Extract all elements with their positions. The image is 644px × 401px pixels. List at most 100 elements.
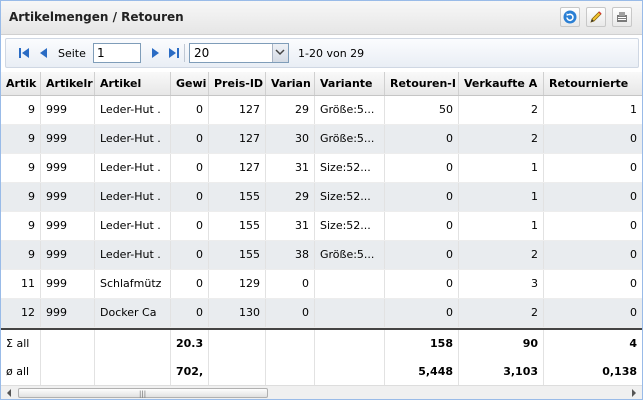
summary-row-average: ø all 702, 5,448 3,103 0,138 bbox=[1, 358, 642, 386]
chevron-down-icon bbox=[275, 49, 285, 56]
cell-artikel: Docker Ca bbox=[95, 299, 171, 327]
cell-preis-id: 155 bbox=[209, 183, 266, 211]
refresh-button[interactable] bbox=[560, 7, 580, 27]
last-page-icon[interactable] bbox=[166, 45, 182, 61]
cell-preis-id: 130 bbox=[209, 299, 266, 327]
grid-body: 9 999 Leder-Hut . 0 127 29 Größe:5... 50 2 1 9 999 L… bbox=[1, 96, 642, 328]
grid-panel: Artikelmengen / Retouren Seite 1 20 1-20… bbox=[0, 0, 643, 400]
cell-verkaufte-artikel: 2 bbox=[459, 96, 544, 124]
summary-cell-preis-id bbox=[209, 358, 266, 386]
dropdown-trigger[interactable] bbox=[272, 44, 288, 62]
cell-verkaufte-artikel: 1 bbox=[459, 212, 544, 240]
table-row[interactable]: 9 999 Leder-Hut . 0 155 31 Size:52... 0 1 0 bbox=[1, 212, 642, 241]
horizontal-scrollbar[interactable]: ||| bbox=[1, 385, 642, 399]
cell-artikel: Leder-Hut . bbox=[95, 241, 171, 269]
cell-varianten-id: 29 bbox=[266, 183, 315, 211]
grip-icon: ||| bbox=[139, 390, 147, 398]
edit-button[interactable] bbox=[586, 7, 606, 27]
scroll-right-icon[interactable] bbox=[629, 388, 639, 398]
first-page-icon[interactable] bbox=[16, 45, 32, 61]
cell-artikel-id: 9 bbox=[1, 212, 41, 240]
cell-retournierte: 0 bbox=[544, 125, 642, 153]
cell-retouren: 0 bbox=[385, 183, 459, 211]
cell-verkaufte-artikel: 3 bbox=[459, 270, 544, 298]
cell-artikel-id: 11 bbox=[1, 270, 41, 298]
cell-gewicht: 0 bbox=[171, 183, 209, 211]
export-button[interactable] bbox=[612, 7, 632, 27]
cell-preis-id: 155 bbox=[209, 241, 266, 269]
scrollbar-thumb[interactable]: ||| bbox=[18, 388, 268, 398]
summary-cell-retournierte: 4 bbox=[544, 330, 642, 358]
cell-artikel-id: 9 bbox=[1, 125, 41, 153]
summary-cell-verkaufte-artikel: 90 bbox=[459, 330, 544, 358]
cell-gewicht: 0 bbox=[171, 125, 209, 153]
column-header-verkaufte-artikel[interactable]: Verkaufte A bbox=[459, 72, 544, 95]
cell-artikelnummer: 999 bbox=[41, 299, 95, 327]
cell-retouren: 0 bbox=[385, 212, 459, 240]
column-header-artikel-id[interactable]: Artik bbox=[1, 72, 41, 95]
cell-artikelnummer: 999 bbox=[41, 125, 95, 153]
summary-cell-artikel bbox=[95, 358, 171, 386]
cell-artikel: Leder-Hut . bbox=[95, 154, 171, 182]
pagination-toolbar: Seite 20 1-20 von 29 bbox=[5, 38, 639, 68]
cell-retouren: 50 bbox=[385, 96, 459, 124]
cell-gewicht: 0 bbox=[171, 270, 209, 298]
summary-cell-artikelnummer bbox=[41, 358, 95, 386]
cell-artikel: Schlafmütz bbox=[95, 270, 171, 298]
next-page-icon[interactable] bbox=[147, 45, 163, 61]
column-header-retournierte[interactable]: Retournierte bbox=[544, 72, 642, 95]
cell-variante: Size:52... bbox=[315, 183, 385, 211]
summary-cell-gewicht: 20.3 bbox=[171, 330, 209, 358]
column-header-varianten-id[interactable]: Varian bbox=[266, 72, 315, 95]
table-row[interactable]: 11 999 Schlafmütz 0 129 0 0 3 0 bbox=[1, 270, 642, 299]
summary-cell-variante bbox=[315, 330, 385, 358]
table-row[interactable]: 12 999 Docker Ca 0 130 0 0 2 0 bbox=[1, 299, 642, 328]
table-row[interactable]: 9 999 Leder-Hut . 0 127 30 Größe:5... 0 2 0 bbox=[1, 125, 642, 154]
cell-artikel-id: 12 bbox=[1, 299, 41, 327]
column-header-gewicht[interactable]: Gewi bbox=[171, 72, 209, 95]
cell-artikelnummer: 999 bbox=[41, 96, 95, 124]
table-row[interactable]: 9 999 Leder-Hut . 0 155 29 Size:52... 0 1 0 bbox=[1, 183, 642, 212]
cell-gewicht: 0 bbox=[171, 241, 209, 269]
summary-cell-retournierte: 0,138 bbox=[544, 358, 642, 386]
column-header-preis-id[interactable]: Preis-ID bbox=[209, 72, 266, 95]
page-label: Seite bbox=[58, 47, 86, 60]
panel-title: Artikelmengen / Retouren bbox=[9, 10, 184, 24]
column-header-retouren[interactable]: Retouren-I bbox=[385, 72, 459, 95]
cell-artikel: Leder-Hut . bbox=[95, 125, 171, 153]
cell-artikelnummer: 999 bbox=[41, 154, 95, 182]
cell-artikel: Leder-Hut . bbox=[95, 183, 171, 211]
summary-cell-artikel-id: ø all bbox=[1, 358, 41, 386]
summary-cell-verkaufte-artikel: 3,103 bbox=[459, 358, 544, 386]
table-row[interactable]: 9 999 Leder-Hut . 0 127 29 Größe:5... 50 2 1 bbox=[1, 96, 642, 125]
cell-preis-id: 129 bbox=[209, 270, 266, 298]
cell-artikelnummer: 999 bbox=[41, 270, 95, 298]
page-size-select[interactable]: 20 bbox=[189, 43, 289, 63]
cell-varianten-id: 30 bbox=[266, 125, 315, 153]
column-header-variante[interactable]: Variante bbox=[315, 72, 385, 95]
cell-gewicht: 0 bbox=[171, 299, 209, 327]
cell-artikelnummer: 999 bbox=[41, 241, 95, 269]
scroll-left-icon[interactable] bbox=[4, 388, 14, 398]
refresh-icon bbox=[563, 10, 577, 24]
cell-gewicht: 0 bbox=[171, 96, 209, 124]
cell-retouren: 0 bbox=[385, 299, 459, 327]
summary-cell-retouren: 158 bbox=[385, 330, 459, 358]
cell-artikel-id: 9 bbox=[1, 154, 41, 182]
cell-gewicht: 0 bbox=[171, 154, 209, 182]
summary-cell-varianten-id bbox=[266, 330, 315, 358]
page-number-input[interactable] bbox=[93, 43, 141, 63]
table-row[interactable]: 9 999 Leder-Hut . 0 155 38 Größe:5... 0 2 0 bbox=[1, 241, 642, 270]
cell-artikel: Leder-Hut . bbox=[95, 96, 171, 124]
title-bar: Artikelmengen / Retouren bbox=[1, 1, 642, 35]
previous-page-icon[interactable] bbox=[36, 45, 52, 61]
cell-retournierte: 0 bbox=[544, 212, 642, 240]
cell-retournierte: 0 bbox=[544, 154, 642, 182]
cell-retournierte: 0 bbox=[544, 299, 642, 327]
column-header-artikelnummer[interactable]: Artikelr bbox=[41, 72, 95, 95]
cell-verkaufte-artikel: 1 bbox=[459, 154, 544, 182]
cell-retouren: 0 bbox=[385, 241, 459, 269]
column-header-artikel[interactable]: Artikel bbox=[95, 72, 171, 95]
page-size-value: 20 bbox=[194, 46, 210, 60]
table-row[interactable]: 9 999 Leder-Hut . 0 127 31 Size:52... 0 1 0 bbox=[1, 154, 642, 183]
